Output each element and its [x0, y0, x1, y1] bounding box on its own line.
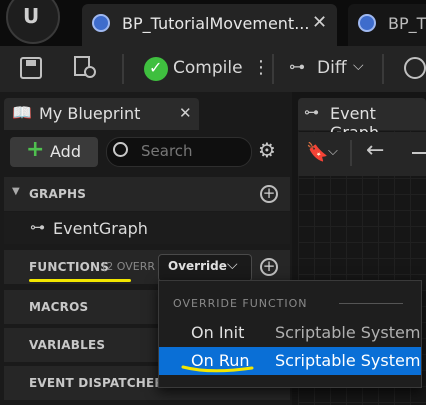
tab-event-graph[interactable]: ⊶ Event Graph: [298, 98, 426, 142]
tab-label: BP_T: [388, 14, 426, 33]
forward-arrow-icon[interactable]: [412, 152, 426, 154]
add-function-icon[interactable]: +: [260, 258, 278, 276]
tab-bp-second[interactable]: BP_T: [348, 4, 426, 46]
gear-icon[interactable]: ⚙: [258, 138, 276, 162]
menu-divider: [339, 303, 403, 304]
browse-icon[interactable]: [74, 56, 102, 82]
plus-icon: +: [26, 137, 45, 162]
override-dropdown[interactable]: Override ⌵: [158, 254, 252, 282]
toolbar-separator: [122, 54, 124, 84]
add-button[interactable]: + Add: [10, 137, 98, 167]
annotation-underline: [181, 365, 254, 373]
variables-label: VARIABLES: [29, 338, 106, 352]
blueprint-icon: [358, 14, 376, 32]
menu-item-name: On Init: [191, 323, 245, 342]
compile-options-icon[interactable]: ⋮: [252, 57, 270, 78]
menu-item-source: Scriptable System: [275, 323, 421, 342]
my-blueprint-tab[interactable]: 📖 My Blueprint ✕: [4, 98, 199, 130]
menu-item-source: Scriptable System: [275, 351, 421, 370]
graph-node-icon: ⊶: [304, 103, 319, 121]
diff-label: Diff: [317, 58, 347, 78]
graph-node-icon: ⊶: [30, 218, 45, 236]
collapse-arrow-icon: ▼: [12, 186, 20, 197]
add-label: Add: [50, 142, 81, 161]
toolbar-separator: [272, 54, 274, 84]
override-menu-header: OVERRIDE FUNCTION: [173, 297, 308, 310]
diff-button[interactable]: ⊶ Diff ⌵: [287, 55, 372, 83]
save-icon[interactable]: [20, 57, 42, 79]
chevron-down-icon[interactable]: ⌵: [328, 144, 338, 159]
tab-label: BP_TutorialMovement...: [122, 14, 310, 33]
panel-title: My Blueprint: [39, 104, 141, 123]
menu-item-on-init[interactable]: On Init Scriptable System: [159, 319, 421, 347]
search-placeholder: Search: [141, 142, 193, 160]
graphs-section-header[interactable]: ▼ GRAPHS +: [4, 177, 290, 211]
diff-icon: ⊶: [289, 57, 305, 76]
search-input[interactable]: Search: [106, 137, 252, 167]
compile-button[interactable]: ✓ Compile ⋮: [140, 55, 270, 83]
book-icon: 📖: [12, 103, 32, 122]
compile-label: Compile: [173, 58, 243, 78]
functions-count: (2 OVERR: [102, 260, 156, 273]
event-graph-label: EventGraph: [53, 219, 148, 238]
macros-label: MACROS: [29, 300, 89, 314]
event-graph-item[interactable]: ⊶ EventGraph: [4, 212, 290, 244]
functions-label: FUNCTIONS: [29, 260, 110, 274]
back-arrow-icon[interactable]: ←: [366, 138, 384, 163]
add-graph-icon[interactable]: +: [260, 185, 278, 203]
chevron-down-icon: ⌵: [353, 58, 364, 74]
search-icon: [113, 142, 128, 157]
close-panel-icon[interactable]: ✕: [179, 104, 192, 122]
chevron-down-icon: ⌵: [227, 257, 238, 273]
toolbar-separator: [382, 54, 384, 84]
override-label: Override: [168, 259, 227, 273]
tab-bp-tutorial-movement[interactable]: BP_TutorialMovement... ✕: [82, 4, 337, 46]
compile-success-icon: ✓: [144, 57, 168, 81]
graph-toolbar: 🔖 ⌵ ←: [298, 132, 426, 176]
toolbar-separator: [350, 140, 352, 166]
bookmark-icon[interactable]: 🔖: [306, 142, 328, 163]
event-dispatchers-label: EVENT DISPATCHERS: [29, 376, 173, 390]
graphs-label: GRAPHS: [29, 187, 87, 201]
find-icon[interactable]: [404, 57, 426, 79]
blueprint-icon: [92, 14, 110, 32]
close-tab-icon[interactable]: ✕: [312, 12, 327, 33]
annotation-underline: [29, 279, 131, 282]
